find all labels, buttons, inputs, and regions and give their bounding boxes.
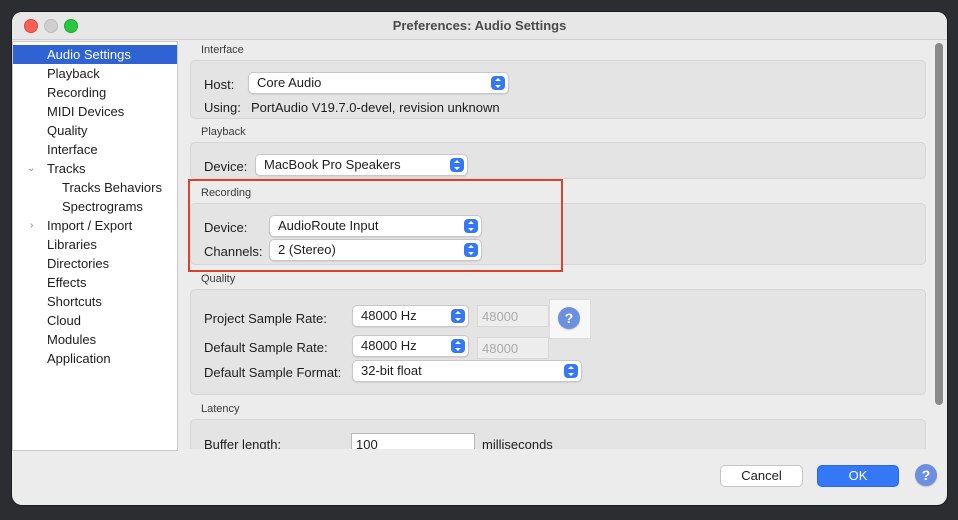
chevron-up-down-icon: [564, 364, 578, 378]
default-sample-format-label: Default Sample Format:: [204, 365, 342, 380]
sidebar-item-spectrograms[interactable]: Spectrograms: [13, 197, 177, 216]
host-label: Host:: [204, 77, 235, 92]
sidebar-item-tracks[interactable]: ⌄ Tracks: [13, 159, 177, 178]
sidebar-item-modules[interactable]: Modules: [13, 330, 177, 349]
sidebar-item-directories[interactable]: Directories: [13, 254, 177, 273]
quality-help-icon[interactable]: ?: [558, 307, 580, 329]
ok-button[interactable]: OK: [817, 465, 899, 487]
sidebar-item-label: Import / Export: [47, 218, 133, 233]
host-select[interactable]: Core Audio: [248, 72, 509, 94]
audio-settings-panel: Interface Host: Core Audio Using: PortAu…: [187, 41, 931, 449]
using-value: PortAudio V19.7.0-devel, revision unknow…: [251, 100, 500, 115]
sidebar-item-label: Interface: [47, 142, 98, 157]
sidebar-item-label: Modules: [47, 332, 97, 347]
buffer-length-unit: milliseconds: [482, 437, 553, 449]
sidebar-item-audio-settings[interactable]: Audio Settings: [13, 45, 177, 64]
project-sample-rate-field: 48000: [477, 305, 549, 327]
chevron-up-down-icon: [451, 309, 465, 323]
sidebar-item-label: Quality: [47, 123, 88, 138]
latency-section-label: Latency: [201, 403, 240, 415]
chevron-up-down-icon: [451, 339, 465, 353]
chevron-up-down-icon: [491, 76, 505, 90]
sidebar-item-libraries[interactable]: Libraries: [13, 235, 177, 254]
project-sample-rate-value: 48000 Hz: [361, 308, 417, 323]
sidebar-item-label: Spectrograms: [62, 199, 143, 214]
default-sample-rate-value: 48000 Hz: [361, 338, 417, 353]
latency-group: [190, 419, 926, 449]
sidebar-item-playback[interactable]: Playback: [13, 64, 177, 83]
playback-device-value: MacBook Pro Speakers: [264, 157, 401, 172]
sidebar-item-cloud[interactable]: Cloud: [13, 311, 177, 330]
sidebar-item-label: Shortcuts: [47, 294, 102, 309]
using-label: Using:: [204, 100, 241, 115]
project-sample-rate-field-value: 48000: [482, 309, 519, 324]
sidebar-item-quality[interactable]: Quality: [13, 121, 177, 140]
default-sample-rate-label: Default Sample Rate:: [204, 340, 328, 355]
default-sample-rate-field-value: 48000: [482, 341, 519, 356]
playback-section-label: Playback: [201, 126, 246, 138]
quality-section-label: Quality: [201, 273, 236, 285]
default-sample-rate-field: 48000: [477, 337, 549, 359]
playback-device-label: Device:: [204, 159, 248, 174]
recording-highlight-box: [188, 179, 563, 272]
preferences-window: Preferences: Audio Settings Audio Settin…: [12, 12, 947, 505]
sidebar-item-label: Recording: [47, 85, 107, 100]
sidebar-item-label: Tracks: [47, 161, 86, 176]
sidebar-item-label: MIDI Devices: [47, 104, 125, 119]
buffer-length-input[interactable]: 100: [351, 433, 475, 449]
sidebar-item-application[interactable]: Application: [13, 349, 177, 368]
sidebar-item-shortcuts[interactable]: Shortcuts: [13, 292, 177, 311]
sidebar-item-label: Libraries: [47, 237, 97, 252]
sidebar-item-label: Directories: [47, 256, 110, 271]
sidebar-item-tracks-behaviors[interactable]: Tracks Behaviors: [13, 178, 177, 197]
default-sample-format-select[interactable]: 32-bit float: [352, 360, 582, 382]
sidebar-item-label: Effects: [47, 275, 87, 290]
project-sample-rate-label: Project Sample Rate:: [204, 311, 327, 326]
sidebar-item-label: Playback: [47, 66, 100, 81]
sidebar-item-label: Application: [47, 351, 111, 366]
buffer-length-value: 100: [356, 437, 378, 449]
chevron-down-icon[interactable]: ⌄: [27, 159, 35, 178]
host-select-value: Core Audio: [257, 75, 322, 90]
window-title: Preferences: Audio Settings: [392, 18, 567, 33]
sidebar-item-interface[interactable]: Interface: [13, 140, 177, 159]
cancel-button[interactable]: Cancel: [720, 465, 803, 487]
sidebar-item-import-export[interactable]: › Import / Export: [13, 216, 177, 235]
interface-section-label: Interface: [201, 44, 244, 56]
sidebar-item-label: Audio Settings: [47, 47, 131, 62]
title-bar: Preferences: Audio Settings: [12, 12, 947, 40]
playback-device-select[interactable]: MacBook Pro Speakers: [255, 154, 468, 176]
sidebar-item-effects[interactable]: Effects: [13, 273, 177, 292]
preferences-sidebar: Audio Settings Playback Recording MIDI D…: [12, 41, 178, 451]
chevron-up-down-icon: [450, 158, 464, 172]
footer-help-icon[interactable]: ?: [915, 464, 937, 486]
default-sample-format-value: 32-bit float: [361, 363, 422, 378]
default-sample-rate-select[interactable]: 48000 Hz: [352, 335, 469, 357]
sidebar-item-label: Cloud: [47, 313, 81, 328]
content-scrollbar-thumb[interactable]: [935, 43, 943, 405]
sidebar-item-midi-devices[interactable]: MIDI Devices: [13, 102, 177, 121]
project-sample-rate-select[interactable]: 48000 Hz: [352, 305, 469, 327]
chevron-right-icon[interactable]: ›: [30, 216, 33, 235]
sidebar-item-recording[interactable]: Recording: [13, 83, 177, 102]
sidebar-item-label: Tracks Behaviors: [62, 180, 162, 195]
buffer-length-label: Buffer length:: [204, 437, 282, 449]
